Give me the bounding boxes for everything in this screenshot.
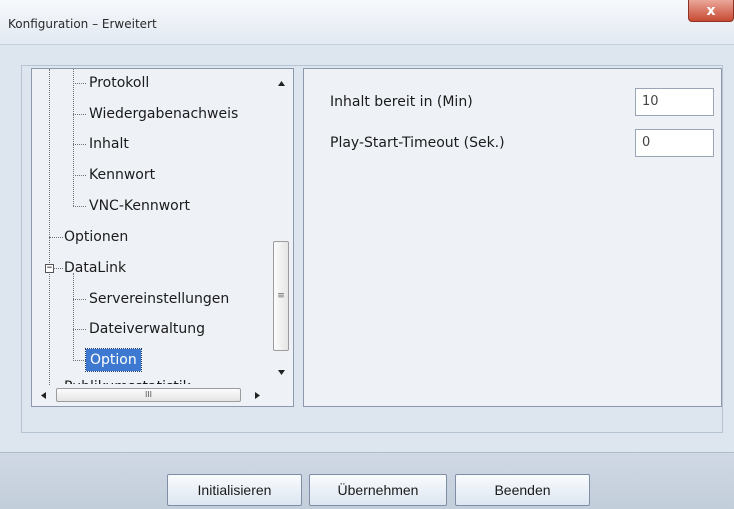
tree-line [73,175,86,176]
collapse-icon[interactable]: − [45,264,54,273]
tree-item-servereinstellungen[interactable]: Servereinstellungen [89,288,229,310]
tree-item-protokoll[interactable]: Protokoll [89,72,149,94]
play-start-timeout-label: Play-Start-Timeout (Sek.) [330,135,505,151]
settings-tree[interactable]: − Protokoll Wiedergabenachweis Inhalt Ke… [31,68,294,407]
scroll-up-icon[interactable] [272,75,291,91]
tree-item-option[interactable]: Option [85,348,142,372]
scroll-down-icon[interactable] [272,365,291,381]
tree-line [73,360,86,361]
tree-line [73,114,86,115]
tree-line [73,69,74,206]
scroll-left-icon[interactable] [36,386,52,405]
horizontal-scroll-thumb[interactable]: III [56,388,241,402]
tree-item-dateiverwaltung[interactable]: Dateiverwaltung [89,318,205,340]
tree-horizontal-scrollbar[interactable]: III [33,386,271,405]
tree-vertical-scrollbar[interactable]: ≡ [272,73,291,386]
scroll-right-icon[interactable] [249,386,265,405]
window-title: Konfiguration – Erweitert [8,17,157,31]
tree-line [49,69,50,389]
tree-line [54,268,63,269]
tree-line [73,83,86,84]
tree-line [73,329,86,330]
tree-item-inhalt[interactable]: Inhalt [89,133,129,155]
close-button[interactable]: x [688,0,734,22]
initialize-button[interactable]: Initialisieren [167,474,302,506]
tree-item-vnc-kennwort[interactable]: VNC-Kennwort [89,195,190,217]
tree-line [73,299,86,300]
scroll-thumb[interactable]: ≡ [273,241,289,351]
tree-item-optionen[interactable]: Optionen [64,226,128,248]
exit-button[interactable]: Beenden [455,474,590,506]
tree-item-datalink[interactable]: DataLink [64,257,126,279]
tree-item-kennwort[interactable]: Kennwort [89,164,155,186]
dialog-footer: Initialisieren Übernehmen Beenden [0,452,734,509]
title-bar: Konfiguration – Erweitert x [0,0,734,45]
tree-line [49,237,63,238]
content-ready-label: Inhalt bereit in (Min) [330,94,473,110]
content-ready-input[interactable]: 10 [635,88,714,116]
play-start-timeout-input[interactable]: 0 [635,129,714,157]
tree-line [73,206,86,207]
tree-line [73,273,74,361]
apply-button[interactable]: Übernehmen [309,474,447,506]
tree-item-wiedergabenachweis[interactable]: Wiedergabenachweis [89,103,238,125]
tree-line [73,144,86,145]
grip-icon: ≡ [277,291,285,301]
close-icon: x [706,2,716,19]
settings-panel: Inhalt bereit in (Min) 10 Play-Start-Tim… [303,68,722,407]
